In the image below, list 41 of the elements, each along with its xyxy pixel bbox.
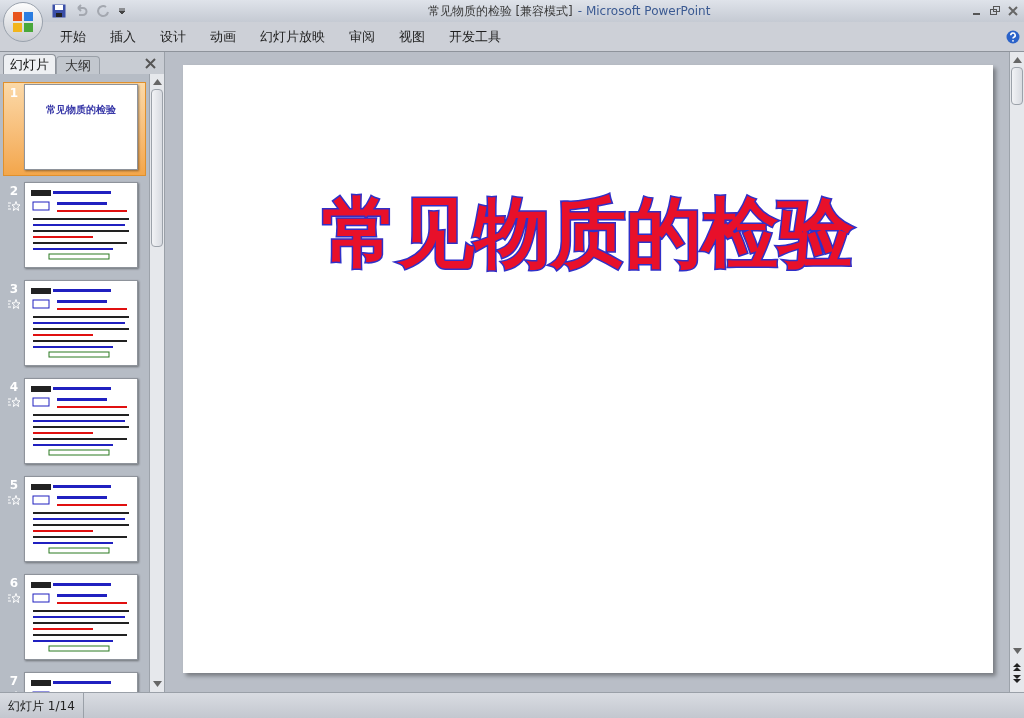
ribbon-tab[interactable]: 设计: [148, 26, 198, 47]
next-slide-icon[interactable]: [1012, 674, 1022, 684]
help-icon[interactable]: [1006, 29, 1020, 44]
window-title: 常见物质的检验 [兼容模式]: [427, 3, 573, 20]
ribbon-tab[interactable]: 开发工具: [437, 26, 513, 47]
panel-scrollbar[interactable]: [149, 74, 164, 692]
slide-number: 4: [9, 381, 19, 393]
ribbon-tab[interactable]: 插入: [98, 26, 148, 47]
save-icon[interactable]: [52, 4, 66, 18]
panel-tab[interactable]: 大纲: [56, 56, 100, 74]
scroll-thumb[interactable]: [1011, 67, 1023, 105]
slide-title: 常见物质的检验: [322, 195, 854, 279]
scroll-up-icon[interactable]: [152, 79, 162, 85]
panel-tab[interactable]: 幻灯片: [3, 54, 56, 74]
slide-number: 7: [9, 675, 19, 687]
restore-icon[interactable]: [990, 6, 1000, 16]
slide-number: 6: [9, 577, 19, 589]
slide-number: 3: [9, 283, 19, 295]
close-icon[interactable]: [1008, 6, 1018, 16]
ribbon-tab[interactable]: 开始: [48, 26, 98, 47]
office-button[interactable]: [3, 2, 43, 42]
slide-position: 幻灯片 1/14: [0, 693, 84, 718]
app-name: - Microsoft PowerPoint: [577, 3, 711, 20]
customize-caret-icon[interactable]: [118, 7, 126, 15]
scroll-up-icon[interactable]: [1012, 57, 1022, 63]
office-logo-icon: [11, 10, 35, 34]
ribbon-tab[interactable]: 动画: [198, 26, 248, 47]
thumbnail-title: 常见物质的检验: [46, 105, 116, 117]
scroll-down-icon[interactable]: [152, 681, 162, 687]
ribbon-tab[interactable]: 视图: [387, 26, 437, 47]
slide-number: 2: [9, 185, 19, 197]
ribbon-tab[interactable]: 幻灯片放映: [248, 26, 337, 47]
scroll-down-icon[interactable]: [1012, 648, 1022, 654]
slide-number: 5: [9, 479, 19, 491]
previous-slide-icon[interactable]: [1012, 662, 1022, 672]
ribbon-tab[interactable]: 审阅: [337, 26, 387, 47]
close-panel-icon[interactable]: [145, 58, 156, 69]
slide-thumbnail-row[interactable]: 1 常见物质的检验: [3, 82, 146, 176]
slide-number: 1: [9, 87, 19, 99]
scroll-thumb[interactable]: [151, 89, 163, 247]
slide-scrollbar[interactable]: [1009, 52, 1024, 692]
